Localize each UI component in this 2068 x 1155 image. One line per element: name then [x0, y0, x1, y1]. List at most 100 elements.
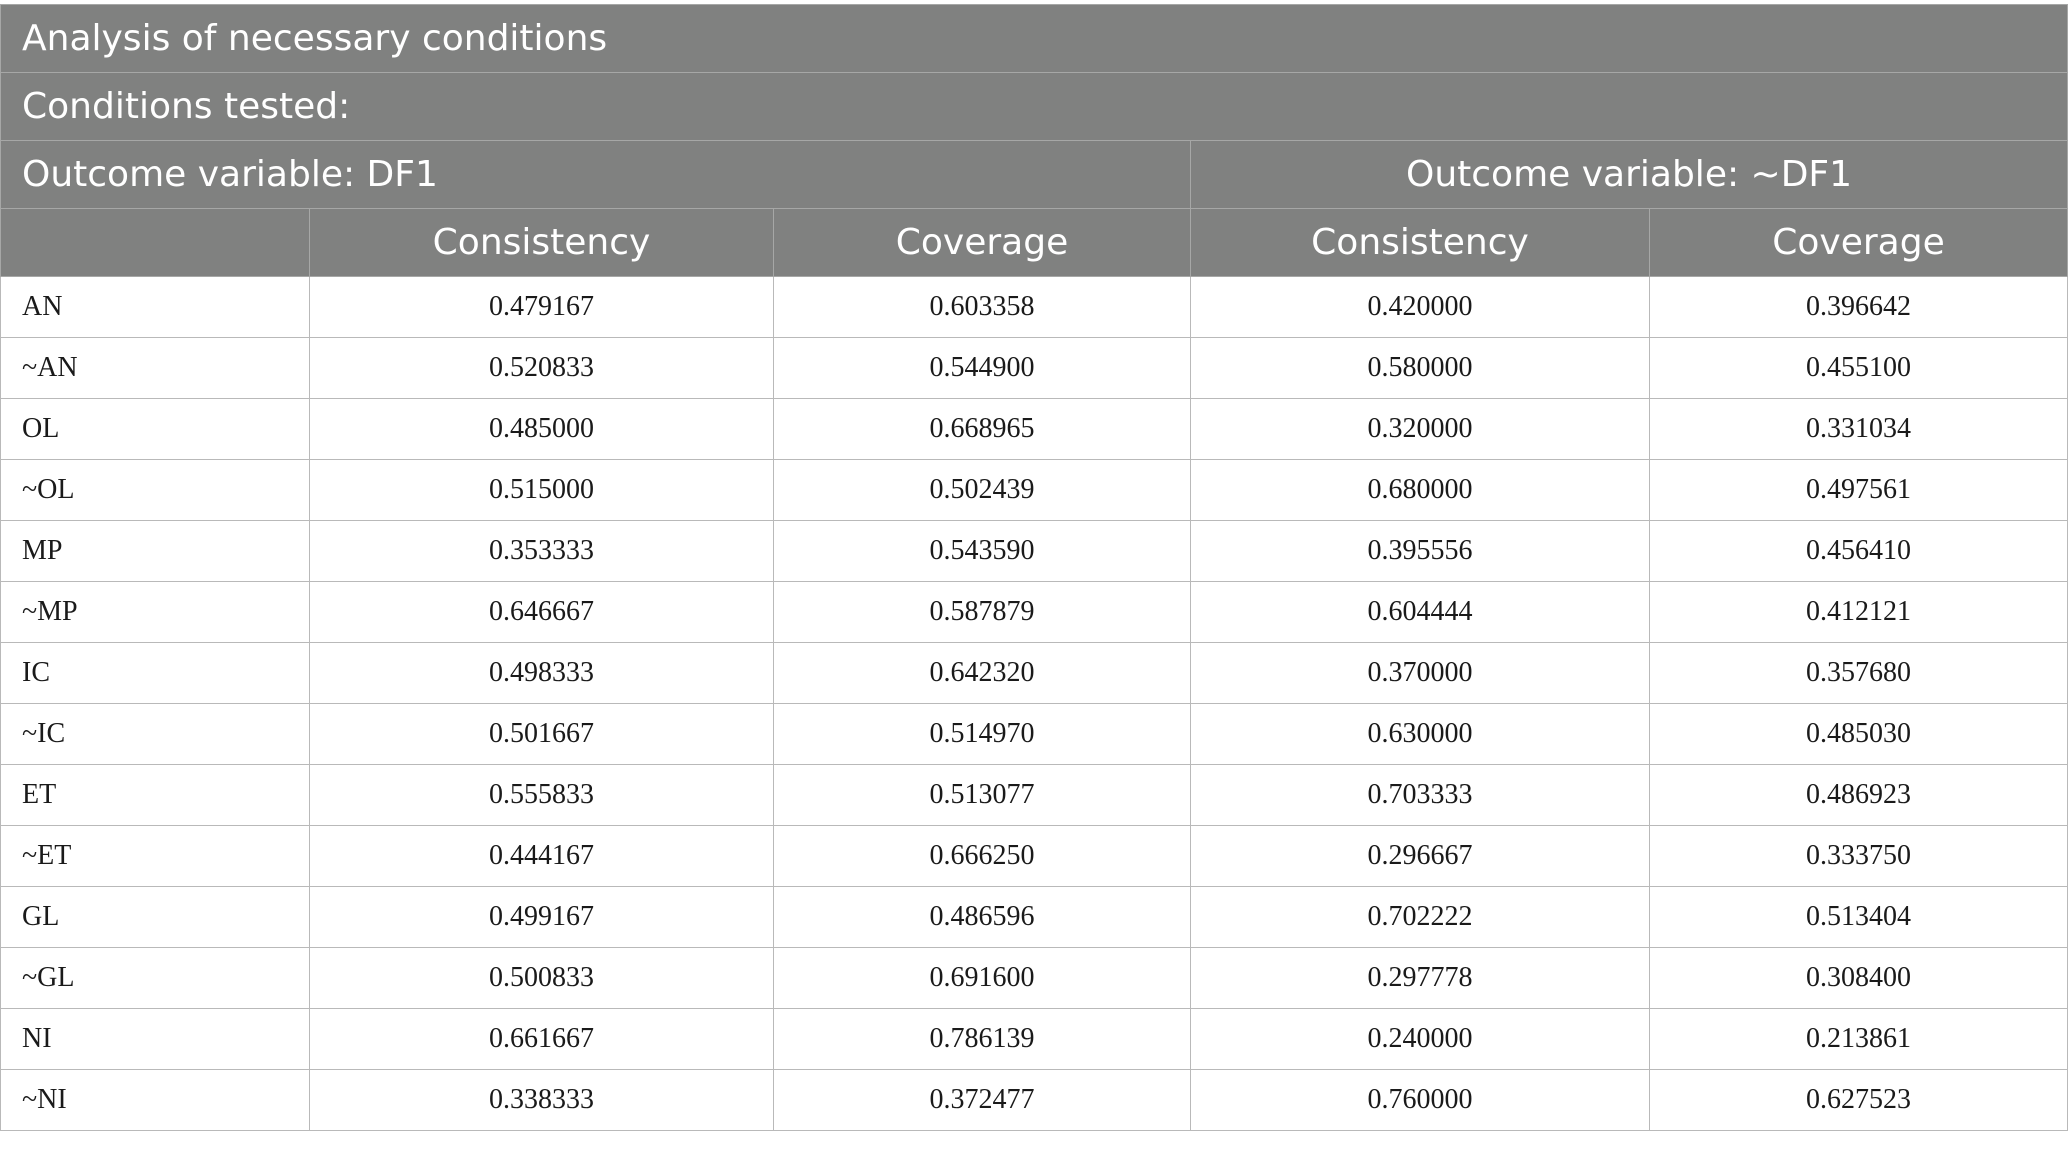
condition-cell: MP — [0, 520, 310, 582]
coverage-df1-cell: 0.514970 — [773, 703, 1191, 765]
table-row: ~OL 0.515000 0.502439 0.680000 0.497561 — [0, 459, 2068, 521]
consistency-df1-cell: 0.501667 — [309, 703, 774, 765]
consistency-not-df1-cell: 0.370000 — [1190, 642, 1650, 704]
coverage-df1-cell: 0.543590 — [773, 520, 1191, 582]
coverage-not-df1-cell: 0.396642 — [1648, 276, 2068, 338]
coverage-df1-cell: 0.603358 — [773, 276, 1191, 338]
coverage-not-df1-cell: 0.357680 — [1648, 642, 2068, 704]
coverage-not-df1-cell: 0.486923 — [1648, 764, 2068, 826]
coverage-df1-cell: 0.668965 — [773, 398, 1191, 460]
coverage-not-df1-cell: 0.333750 — [1648, 825, 2068, 887]
outcome-df1-header: Outcome variable: DF1 — [0, 140, 1191, 209]
consistency-not-df1-cell: 0.760000 — [1190, 1069, 1650, 1131]
coverage-header-not-df1: Coverage — [1648, 208, 2068, 277]
coverage-not-df1-cell: 0.497561 — [1648, 459, 2068, 521]
condition-cell: ~GL — [0, 947, 310, 1009]
consistency-df1-cell: 0.515000 — [309, 459, 774, 521]
consistency-not-df1-cell: 0.240000 — [1190, 1008, 1650, 1070]
consistency-header-df1: Consistency — [309, 208, 774, 277]
coverage-header-df1: Coverage — [773, 208, 1191, 277]
consistency-df1-cell: 0.338333 — [309, 1069, 774, 1131]
coverage-not-df1-cell: 0.412121 — [1648, 581, 2068, 643]
consistency-df1-cell: 0.498333 — [309, 642, 774, 704]
condition-cell: AN — [0, 276, 310, 338]
outcome-not-df1-header: Outcome variable: ~DF1 — [1189, 140, 2068, 209]
table-row: NI 0.661667 0.786139 0.240000 0.213861 — [0, 1008, 2068, 1070]
coverage-not-df1-cell: 0.513404 — [1648, 886, 2068, 948]
consistency-not-df1-cell: 0.702222 — [1190, 886, 1650, 948]
table-row: ET 0.555833 0.513077 0.703333 0.486923 — [0, 764, 2068, 826]
condition-cell: GL — [0, 886, 310, 948]
consistency-not-df1-cell: 0.703333 — [1190, 764, 1650, 826]
outcome-row: Outcome variable: DF1 Outcome variable: … — [0, 140, 2068, 209]
consistency-not-df1-cell: 0.604444 — [1190, 581, 1650, 643]
condition-cell: IC — [0, 642, 310, 704]
conditions-tested-label: Conditions tested: — [0, 72, 2068, 141]
table-row: OL 0.485000 0.668965 0.320000 0.331034 — [0, 398, 2068, 460]
consistency-not-df1-cell: 0.580000 — [1190, 337, 1650, 399]
table-row: GL 0.499167 0.486596 0.702222 0.513404 — [0, 886, 2068, 948]
title-row: Analysis of necessary conditions — [0, 4, 2068, 73]
consistency-not-df1-cell: 0.296667 — [1190, 825, 1650, 887]
table-row: ~IC 0.501667 0.514970 0.630000 0.485030 — [0, 703, 2068, 765]
consistency-df1-cell: 0.499167 — [309, 886, 774, 948]
coverage-df1-cell: 0.642320 — [773, 642, 1191, 704]
necessity-table-container: Analysis of necessary conditions Conditi… — [0, 4, 2068, 1131]
condition-cell: OL — [0, 398, 310, 460]
table-body: AN 0.479167 0.603358 0.420000 0.396642 ~AN 0.5… — [0, 276, 2068, 1131]
coverage-df1-cell: 0.372477 — [773, 1069, 1191, 1131]
consistency-df1-cell: 0.555833 — [309, 764, 774, 826]
consistency-header-not-df1: Consistency — [1190, 208, 1650, 277]
consistency-df1-cell: 0.444167 — [309, 825, 774, 887]
consistency-not-df1-cell: 0.297778 — [1190, 947, 1650, 1009]
consistency-df1-cell: 0.500833 — [309, 947, 774, 1009]
consistency-not-df1-cell: 0.320000 — [1190, 398, 1650, 460]
conditions-tested-row: Conditions tested: — [0, 72, 2068, 141]
consistency-not-df1-cell: 0.395556 — [1190, 520, 1650, 582]
coverage-df1-cell: 0.513077 — [773, 764, 1191, 826]
coverage-df1-cell: 0.486596 — [773, 886, 1191, 948]
coverage-df1-cell: 0.666250 — [773, 825, 1191, 887]
consistency-df1-cell: 0.485000 — [309, 398, 774, 460]
coverage-df1-cell: 0.691600 — [773, 947, 1191, 1009]
consistency-not-df1-cell: 0.420000 — [1190, 276, 1650, 338]
table-row: ~GL 0.500833 0.691600 0.297778 0.308400 — [0, 947, 2068, 1009]
condition-cell: ~IC — [0, 703, 310, 765]
table-title: Analysis of necessary conditions — [0, 4, 2068, 73]
necessity-analysis-table: Analysis of necessary conditions Conditi… — [0, 4, 2068, 1131]
condition-cell: ~MP — [0, 581, 310, 643]
table-row: ~ET 0.444167 0.666250 0.296667 0.333750 — [0, 825, 2068, 887]
consistency-df1-cell: 0.520833 — [309, 337, 774, 399]
consistency-df1-cell: 0.646667 — [309, 581, 774, 643]
coverage-df1-cell: 0.786139 — [773, 1008, 1191, 1070]
table-row: ~MP 0.646667 0.587879 0.604444 0.412121 — [0, 581, 2068, 643]
coverage-not-df1-cell: 0.485030 — [1648, 703, 2068, 765]
condition-cell: ~AN — [0, 337, 310, 399]
coverage-not-df1-cell: 0.331034 — [1648, 398, 2068, 460]
table-row: ~NI 0.338333 0.372477 0.760000 0.627523 — [0, 1069, 2068, 1131]
condition-cell: ~OL — [0, 459, 310, 521]
column-header-row: Consistency Coverage Consistency Coverag… — [0, 208, 2068, 277]
consistency-df1-cell: 0.479167 — [309, 276, 774, 338]
condition-column-header — [0, 208, 310, 277]
condition-cell: NI — [0, 1008, 310, 1070]
consistency-df1-cell: 0.353333 — [309, 520, 774, 582]
coverage-not-df1-cell: 0.456410 — [1648, 520, 2068, 582]
condition-cell: ~ET — [0, 825, 310, 887]
table-row: MP 0.353333 0.543590 0.395556 0.456410 — [0, 520, 2068, 582]
coverage-df1-cell: 0.587879 — [773, 581, 1191, 643]
condition-cell: ET — [0, 764, 310, 826]
coverage-not-df1-cell: 0.455100 — [1648, 337, 2068, 399]
coverage-not-df1-cell: 0.308400 — [1648, 947, 2068, 1009]
table-row: ~AN 0.520833 0.544900 0.580000 0.455100 — [0, 337, 2068, 399]
condition-cell: ~NI — [0, 1069, 310, 1131]
table-row: IC 0.498333 0.642320 0.370000 0.357680 — [0, 642, 2068, 704]
coverage-df1-cell: 0.544900 — [773, 337, 1191, 399]
consistency-df1-cell: 0.661667 — [309, 1008, 774, 1070]
coverage-not-df1-cell: 0.627523 — [1648, 1069, 2068, 1131]
coverage-df1-cell: 0.502439 — [773, 459, 1191, 521]
table-row: AN 0.479167 0.603358 0.420000 0.396642 — [0, 276, 2068, 338]
coverage-not-df1-cell: 0.213861 — [1648, 1008, 2068, 1070]
consistency-not-df1-cell: 0.680000 — [1190, 459, 1650, 521]
consistency-not-df1-cell: 0.630000 — [1190, 703, 1650, 765]
